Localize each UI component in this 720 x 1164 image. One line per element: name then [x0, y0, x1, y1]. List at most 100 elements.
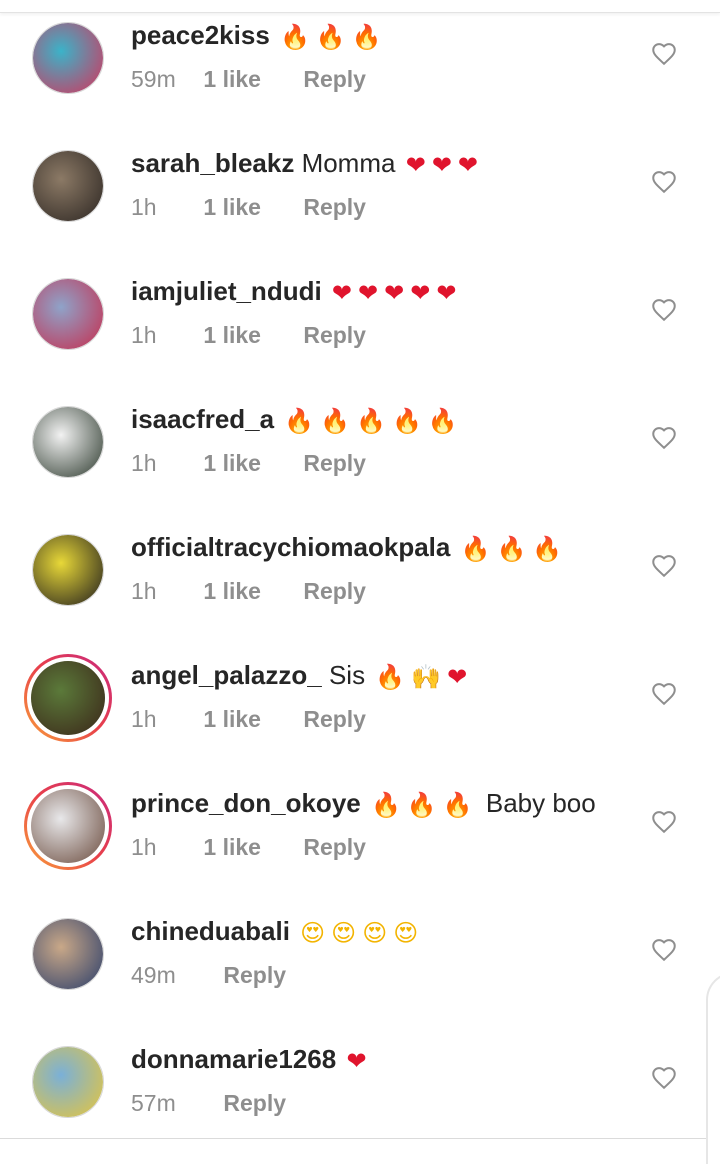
- reply-button[interactable]: Reply: [303, 64, 366, 94]
- comment-time: 1h: [131, 322, 157, 348]
- comment-meta: 1h 1 like Reply: [131, 832, 366, 862]
- comment-meta: 1h 1 like Reply: [131, 192, 366, 222]
- reply-button[interactable]: Reply: [303, 448, 366, 478]
- comment-row: officialtracychiomaokpala 🔥🔥🔥 1h 1 like …: [0, 512, 720, 640]
- reply-button[interactable]: Reply: [223, 1088, 286, 1118]
- comment-like-count[interactable]: 1 like: [203, 832, 261, 862]
- comment-emoji: 😍😍😍😍: [300, 919, 425, 947]
- comment-text-line: iamjuliet_ndudi ❤❤❤❤❤: [131, 274, 462, 310]
- like-button[interactable]: [649, 294, 679, 324]
- comment-meta: 59m 1 like Reply: [131, 64, 366, 94]
- reply-button[interactable]: Reply: [303, 576, 366, 606]
- heart-outline-icon: [652, 171, 676, 194]
- comment-emoji: 🔥🔥🔥: [460, 535, 569, 563]
- avatar[interactable]: [27, 785, 109, 867]
- comment-meta: 1h 1 like Reply: [131, 448, 366, 478]
- comment-text-line: peace2kiss 🔥🔥🔥: [131, 18, 388, 54]
- comment-meta: 1h 1 like Reply: [131, 320, 366, 350]
- comment-username[interactable]: peace2kiss: [131, 20, 270, 50]
- comment-emoji: 🔥🔥🔥🔥🔥: [284, 407, 464, 435]
- comment-meta: 49m Reply: [131, 960, 286, 990]
- like-button[interactable]: [649, 166, 679, 196]
- comment-emoji: ❤: [346, 1047, 373, 1075]
- like-button[interactable]: [649, 1062, 679, 1092]
- comment-row: chineduabali 😍😍😍😍 49m Reply: [0, 896, 720, 1024]
- comment-row: donnamarie1268 ❤ 57m Reply: [0, 1024, 720, 1152]
- avatar-image: [32, 534, 104, 606]
- comment-time: 1h: [131, 706, 157, 732]
- like-button[interactable]: [649, 678, 679, 708]
- comment-emoji: 🔥🔥🔥: [370, 791, 479, 819]
- avatar-image: [32, 1046, 104, 1118]
- reply-button[interactable]: Reply: [303, 192, 366, 222]
- comment-like-count[interactable]: 1 like: [203, 576, 261, 606]
- comment-like-count[interactable]: 1 like: [203, 704, 261, 734]
- comment-username[interactable]: iamjuliet_ndudi: [131, 276, 322, 306]
- comment-emoji: ❤❤❤: [405, 151, 485, 179]
- like-button[interactable]: [649, 806, 679, 836]
- avatar[interactable]: [32, 150, 104, 222]
- comment-username[interactable]: officialtracychiomaokpala: [131, 532, 450, 562]
- comment-time: 57m: [131, 1090, 176, 1116]
- comment-emoji: ❤❤❤❤❤: [331, 279, 463, 307]
- comment-meta: 1h 1 like Reply: [131, 704, 366, 734]
- avatar[interactable]: [32, 278, 104, 350]
- comment-username[interactable]: donnamarie1268: [131, 1044, 336, 1074]
- comment-like-count[interactable]: 1 like: [203, 192, 261, 222]
- heart-outline-icon: [652, 939, 676, 962]
- comment-username[interactable]: prince_don_okoye: [131, 788, 361, 818]
- comment-username[interactable]: chineduabali: [131, 916, 290, 946]
- avatar-image: [32, 406, 104, 478]
- comment-text-line: prince_don_okoye 🔥🔥🔥 Baby boo: [131, 786, 596, 822]
- comment-row: peace2kiss 🔥🔥🔥 59m 1 like Reply: [0, 0, 720, 128]
- heart-outline-icon: [652, 43, 676, 66]
- avatar[interactable]: [27, 657, 109, 739]
- comment-username[interactable]: angel_palazzo_: [131, 660, 322, 690]
- heart-outline-icon: [652, 299, 676, 322]
- avatar-image: [32, 278, 104, 350]
- avatar-image: [24, 782, 112, 870]
- comment-text-line: officialtracychiomaokpala 🔥🔥🔥: [131, 530, 568, 566]
- comment-meta: 1h 1 like Reply: [131, 576, 366, 606]
- comment-text-line: donnamarie1268 ❤: [131, 1042, 373, 1078]
- comment-emoji: 🔥🙌❤: [375, 663, 474, 691]
- comment-time: 1h: [131, 578, 157, 604]
- heart-outline-icon: [652, 427, 676, 450]
- comment-like-count[interactable]: 1 like: [203, 64, 261, 94]
- like-button[interactable]: [649, 38, 679, 68]
- comment-text-line: sarah_bleakz Momma ❤❤❤: [131, 146, 484, 182]
- like-button[interactable]: [649, 934, 679, 964]
- reply-button[interactable]: Reply: [223, 960, 286, 990]
- heart-outline-icon: [652, 555, 676, 578]
- comment-row: sarah_bleakz Momma ❤❤❤ 1h 1 like Reply: [0, 128, 720, 256]
- comment-row: angel_palazzo_ Sis 🔥🙌❤ 1h 1 like Reply: [0, 640, 720, 768]
- avatar[interactable]: [32, 406, 104, 478]
- avatar[interactable]: [32, 918, 104, 990]
- comment-username[interactable]: isaacfred_a: [131, 404, 274, 434]
- reply-button[interactable]: Reply: [303, 832, 366, 862]
- avatar[interactable]: [32, 534, 104, 606]
- comment-emoji: 🔥🔥🔥: [280, 23, 388, 51]
- comment-time: 1h: [131, 834, 157, 860]
- comment-text: Momma: [301, 148, 396, 178]
- like-button[interactable]: [649, 550, 679, 580]
- like-button[interactable]: [649, 422, 679, 452]
- comment-text-line: isaacfred_a 🔥🔥🔥🔥🔥: [131, 402, 464, 438]
- comment-time: 49m: [131, 962, 176, 988]
- avatar[interactable]: [32, 22, 104, 94]
- avatar-image: [24, 654, 112, 742]
- reply-button[interactable]: Reply: [303, 704, 366, 734]
- comment-meta: 57m Reply: [131, 1088, 286, 1118]
- comment-like-count[interactable]: 1 like: [203, 320, 261, 350]
- avatar-image: [32, 918, 104, 990]
- comment-like-count[interactable]: 1 like: [203, 448, 261, 478]
- comment-text-line: angel_palazzo_ Sis 🔥🙌❤: [131, 658, 473, 694]
- comment-row: prince_don_okoye 🔥🔥🔥 Baby boo 1h 1 like …: [0, 768, 720, 896]
- comment-username[interactable]: sarah_bleakz: [131, 148, 294, 178]
- avatar[interactable]: [32, 1046, 104, 1118]
- comment-row: iamjuliet_ndudi ❤❤❤❤❤ 1h 1 like Reply: [0, 256, 720, 384]
- edge-sheet: [706, 972, 720, 1164]
- avatar-image: [32, 150, 104, 222]
- comment-text-line: chineduabali 😍😍😍😍: [131, 914, 424, 950]
- reply-button[interactable]: Reply: [303, 320, 366, 350]
